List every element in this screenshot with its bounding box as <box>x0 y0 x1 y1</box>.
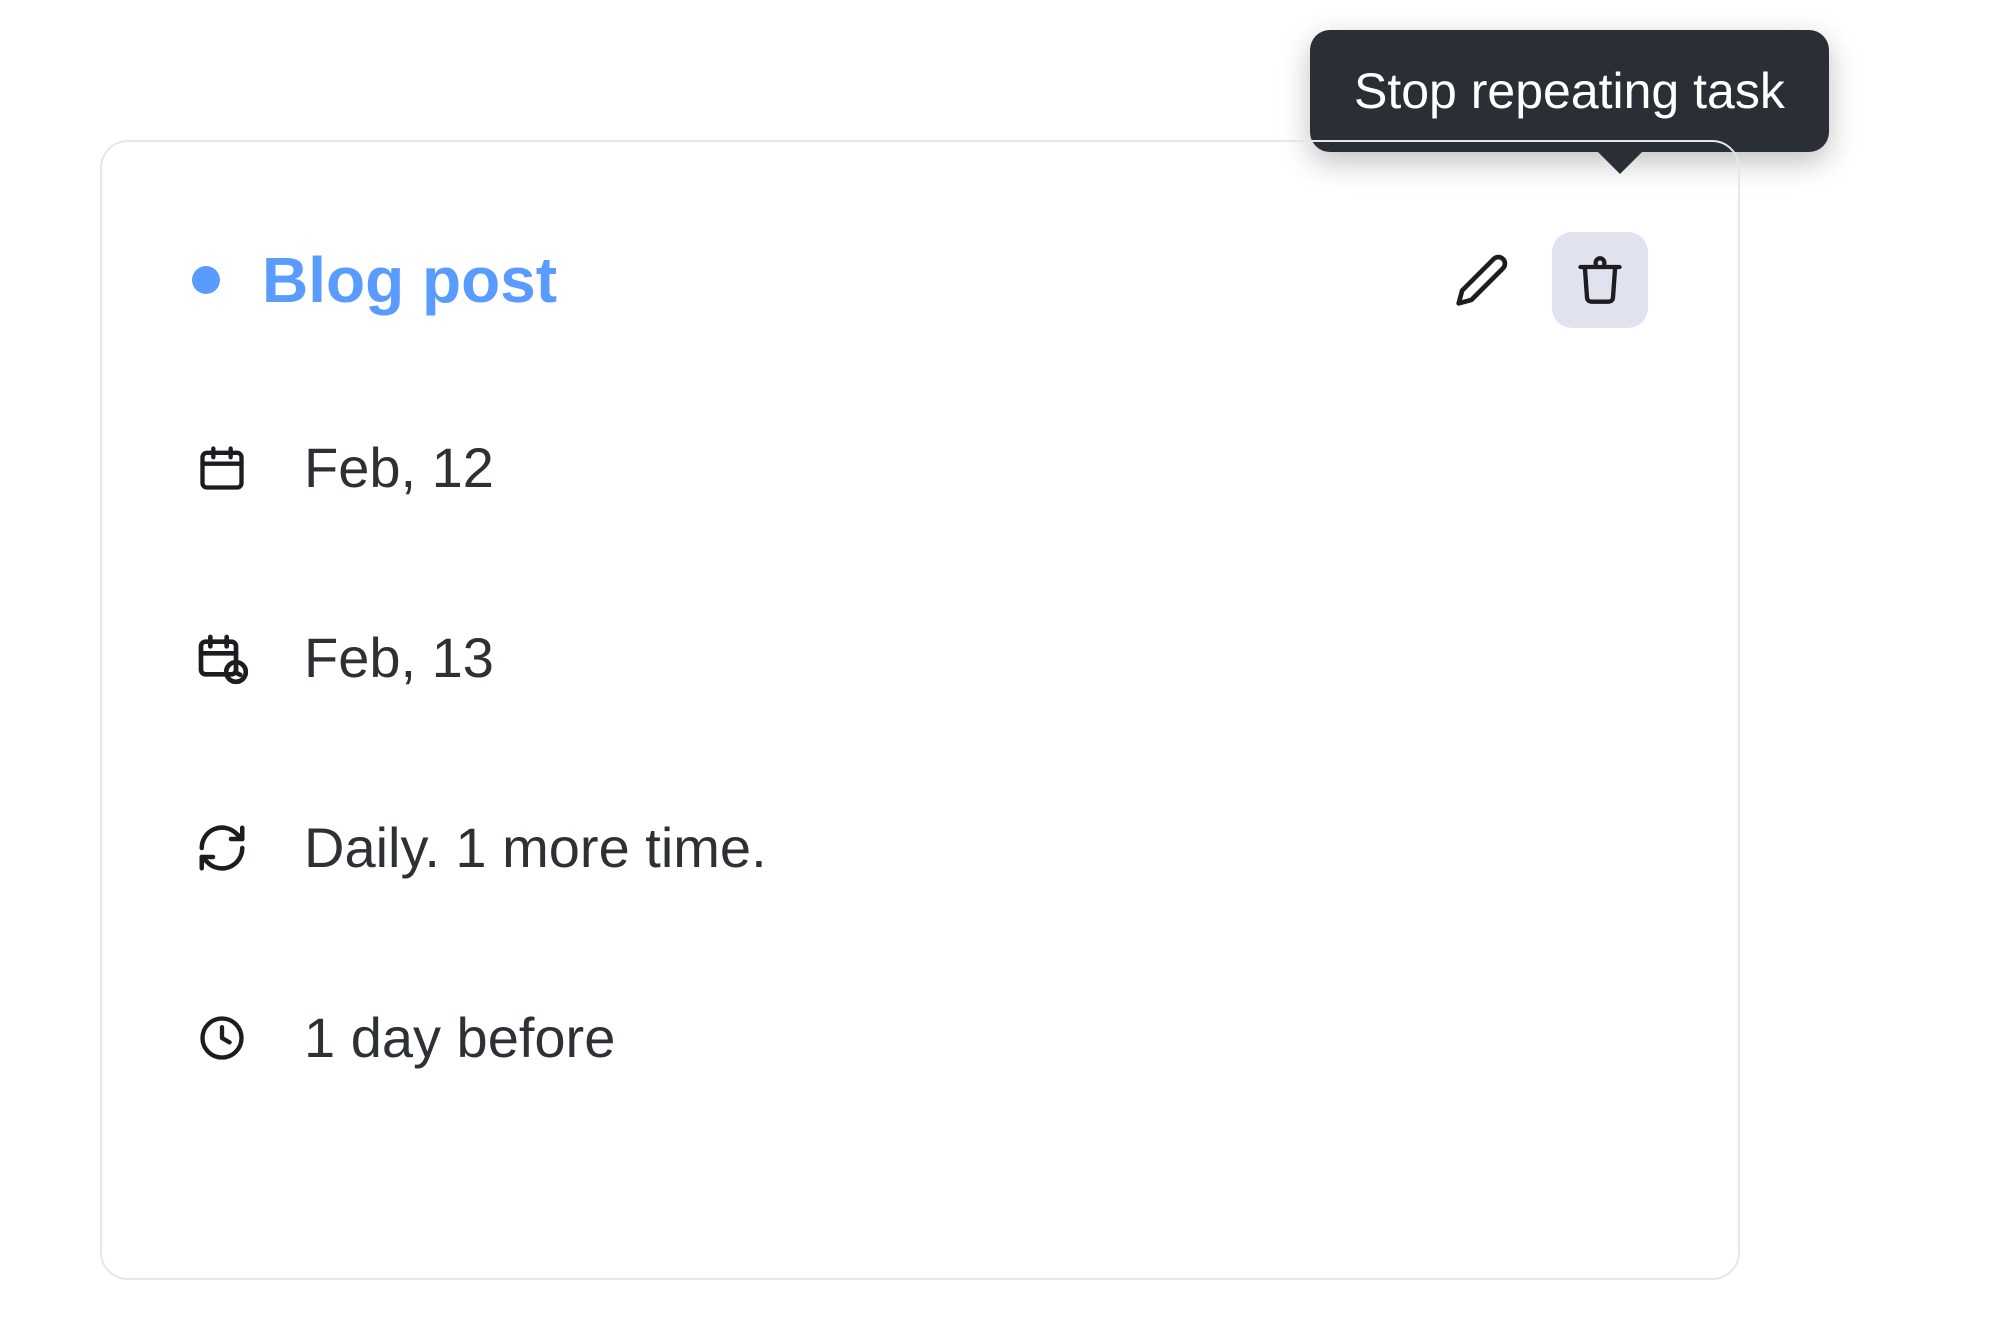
status-dot-icon <box>192 266 220 294</box>
calendar-clock-icon <box>192 628 252 688</box>
clock-icon <box>192 1008 252 1068</box>
delete-button[interactable] <box>1552 232 1648 328</box>
tooltip-text: Stop repeating task <box>1354 63 1785 119</box>
calendar-icon <box>192 438 252 498</box>
start-date-text: Feb, 12 <box>304 440 494 496</box>
repeat-icon <box>192 818 252 878</box>
due-date-text: Feb, 13 <box>304 630 494 686</box>
task-title-wrap[interactable]: Blog post <box>192 248 557 312</box>
repeat-row[interactable]: Daily. 1 more time. <box>192 818 1648 878</box>
task-actions <box>1434 232 1648 328</box>
due-date-row[interactable]: Feb, 13 <box>192 628 1648 688</box>
task-title-link[interactable]: Blog post <box>262 248 557 312</box>
trash-icon <box>1574 254 1626 306</box>
start-date-row[interactable]: Feb, 12 <box>192 438 1648 498</box>
reminder-text: 1 day before <box>304 1010 615 1066</box>
reminder-row[interactable]: 1 day before <box>192 1008 1648 1068</box>
pencil-icon <box>1454 252 1510 308</box>
edit-button[interactable] <box>1434 232 1530 328</box>
task-header: Blog post <box>192 232 1648 328</box>
repeat-text: Daily. 1 more time. <box>304 820 767 876</box>
task-card: Blog post <box>100 140 1740 1280</box>
tooltip-stop-repeating: Stop repeating task <box>1310 30 1829 152</box>
